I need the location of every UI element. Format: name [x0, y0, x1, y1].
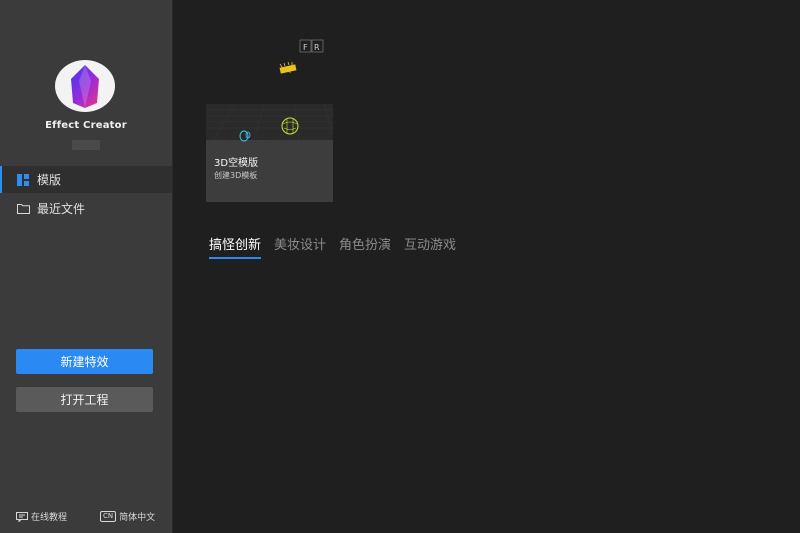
user-placeholder [72, 140, 100, 150]
template-card-subtitle: 创建3D模板 [214, 171, 258, 180]
language-label: 简体中文 [119, 513, 156, 523]
light-gizmo-icon [279, 61, 297, 74]
language-selector[interactable]: CN 简体中文 [100, 510, 155, 523]
template-card-3d-empty[interactable]: F R 3D空模版 创建3D模板 [206, 39, 334, 202]
open-project-button[interactable]: 打开工程 [16, 387, 153, 412]
app-name: Effect Creator [45, 120, 127, 131]
sidebar-item-label: 模版 [37, 173, 62, 187]
online-tutorial-link[interactable]: 在线教程 [16, 510, 67, 523]
chat-icon [16, 511, 28, 522]
app-logo [55, 60, 115, 112]
folder-icon [16, 202, 30, 216]
tab-funny-creative[interactable]: 搞怪创新 [209, 234, 262, 259]
new-effect-button[interactable]: 新建特效 [16, 349, 153, 374]
sidebar: Effect Creator 模版 最近文件 新建特效 打开工程 在线教程 CN… [0, 0, 173, 533]
tutorial-label: 在线教程 [31, 513, 68, 523]
gizmo-front-label: F [303, 43, 308, 52]
tab-beauty-design[interactable]: 美妆设计 [274, 234, 326, 259]
template-grid-icon [16, 173, 30, 187]
gizmo-right-label: R [314, 43, 320, 52]
category-tabs: 搞怪创新 美妆设计 角色扮演 互动游戏 [209, 234, 456, 259]
sidebar-item-label: 最近文件 [37, 202, 86, 216]
crystal-logo-icon [71, 65, 99, 108]
template-card-title: 3D空模版 [214, 158, 259, 169]
sidebar-item-recent-files[interactable]: 最近文件 [0, 195, 172, 222]
language-icon: CN [100, 511, 117, 522]
axis-gizmo-icon: F R [299, 39, 324, 53]
sidebar-item-templates[interactable]: 模版 [0, 166, 172, 193]
tab-interactive-games[interactable]: 互动游戏 [404, 234, 456, 259]
tab-role-play[interactable]: 角色扮演 [339, 234, 391, 259]
